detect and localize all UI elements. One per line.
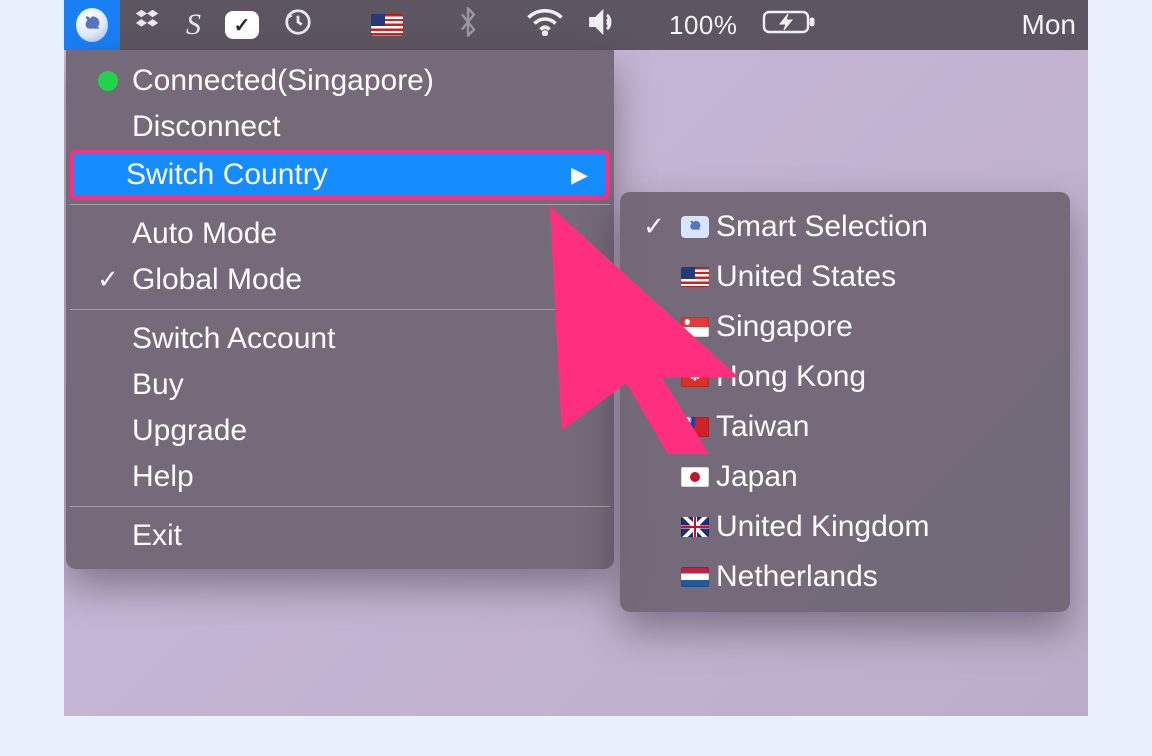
menu-switch-country[interactable]: Switch Country ▶ [72,152,608,198]
menu-upgrade[interactable]: Upgrade [66,408,614,454]
volume-icon [587,9,621,42]
menu-help-label: Help [132,461,194,493]
wifi-icon [527,8,563,43]
menubar-app-squirrel[interactable] [64,0,120,50]
country-label: Smart Selection [716,211,928,243]
menubar-dropbox[interactable] [120,0,174,50]
country-label: United Kingdom [716,511,929,543]
menu-upgrade-label: Upgrade [132,415,247,447]
menu-status-label: Connected(Singapore) [132,65,434,97]
country-label: Singapore [716,311,853,343]
menu-switch-country-label: Switch Country [126,159,328,191]
menu-status: Connected(Singapore) [66,58,614,104]
menubar-bluetooth[interactable] [445,0,491,50]
menu-auto-mode[interactable]: Auto Mode [66,211,614,257]
country-item-united-kingdom[interactable]: United Kingdom [620,502,1070,552]
screenshot-frame: S ✓ [64,0,1088,716]
checkmark-icon: ✓ [634,213,674,240]
menu-buy-label: Buy [132,369,184,401]
country-item-smart-selection[interactable]: ✓ Smart Selection [620,202,1070,252]
country-item-united-states[interactable]: United States [620,252,1070,302]
menubar-check-app[interactable]: ✓ [213,0,271,50]
flag-nl-icon [681,567,709,587]
menubar-wifi[interactable] [515,0,575,50]
menubar-spacer [491,0,515,50]
timemachine-icon [283,7,313,44]
dropbox-icon [132,6,162,44]
menu-auto-mode-label: Auto Mode [132,218,277,250]
country-item-netherlands[interactable]: Netherlands [620,552,1070,602]
menu-global-mode-label: Global Mode [132,264,302,296]
menu-buy[interactable]: Buy [66,362,614,408]
bluetooth-icon [457,7,479,44]
check-badge-icon: ✓ [225,11,259,39]
squirrel-badge-icon [681,216,709,238]
menubar-battery-pct: 100% [657,0,750,50]
menu-switch-account-label: Switch Account [132,323,335,355]
menu-switch-account[interactable]: Switch Account [66,316,614,362]
country-item-japan[interactable]: Japan [620,452,1070,502]
s-icon: S [186,8,201,42]
country-item-taiwan[interactable]: Taiwan [620,402,1070,452]
checkmark-icon: ✓ [84,266,132,293]
country-label: Taiwan [716,411,809,443]
squirrel-icon [76,8,108,42]
menu-separator [70,309,610,310]
flag-us-icon [681,267,709,287]
menu-disconnect-label: Disconnect [132,111,280,143]
clock-day-label: Mon [1022,9,1076,41]
flag-sg-icon [681,317,709,337]
menu-exit[interactable]: Exit [66,513,614,559]
flag-hk-icon [681,367,709,387]
menubar-spacer [633,0,657,50]
menu-help[interactable]: Help [66,454,614,500]
menu-separator [70,204,610,205]
submenu-arrow-icon: ▶ [571,163,588,186]
menubar-volume[interactable] [575,0,633,50]
menu-exit-label: Exit [132,520,182,552]
country-label: Netherlands [716,561,878,593]
country-label: Japan [716,461,798,493]
country-item-hong-kong[interactable]: Hong Kong [620,352,1070,402]
macos-menubar: S ✓ [64,0,1088,50]
menubar-s-app[interactable]: S [174,0,213,50]
menubar-timemachine[interactable] [271,0,325,50]
switch-country-submenu: ✓ Smart Selection United States Singapor… [620,192,1070,612]
menubar-clock[interactable]: Mon [1010,0,1088,50]
menu-global-mode[interactable]: ✓ Global Mode [66,257,614,303]
menu-disconnect[interactable]: Disconnect [66,104,614,150]
battery-percent-label: 100% [669,10,738,41]
country-label: Hong Kong [716,361,866,393]
app-menu: Connected(Singapore) Disconnect Switch C… [66,50,614,569]
status-dot-icon [98,71,118,91]
country-label: United States [716,261,896,293]
flag-jp-icon [681,467,709,487]
battery-charging-icon [762,8,818,43]
menu-separator [70,506,610,507]
menubar-input-flag[interactable] [359,0,415,50]
menubar-spacer [415,0,445,50]
country-item-singapore[interactable]: Singapore [620,302,1070,352]
menubar-battery[interactable] [750,0,830,50]
flag-uk-icon [681,517,709,537]
flag-tw-icon [681,417,709,437]
menubar-spacer [325,0,359,50]
flag-us-icon [371,14,403,36]
